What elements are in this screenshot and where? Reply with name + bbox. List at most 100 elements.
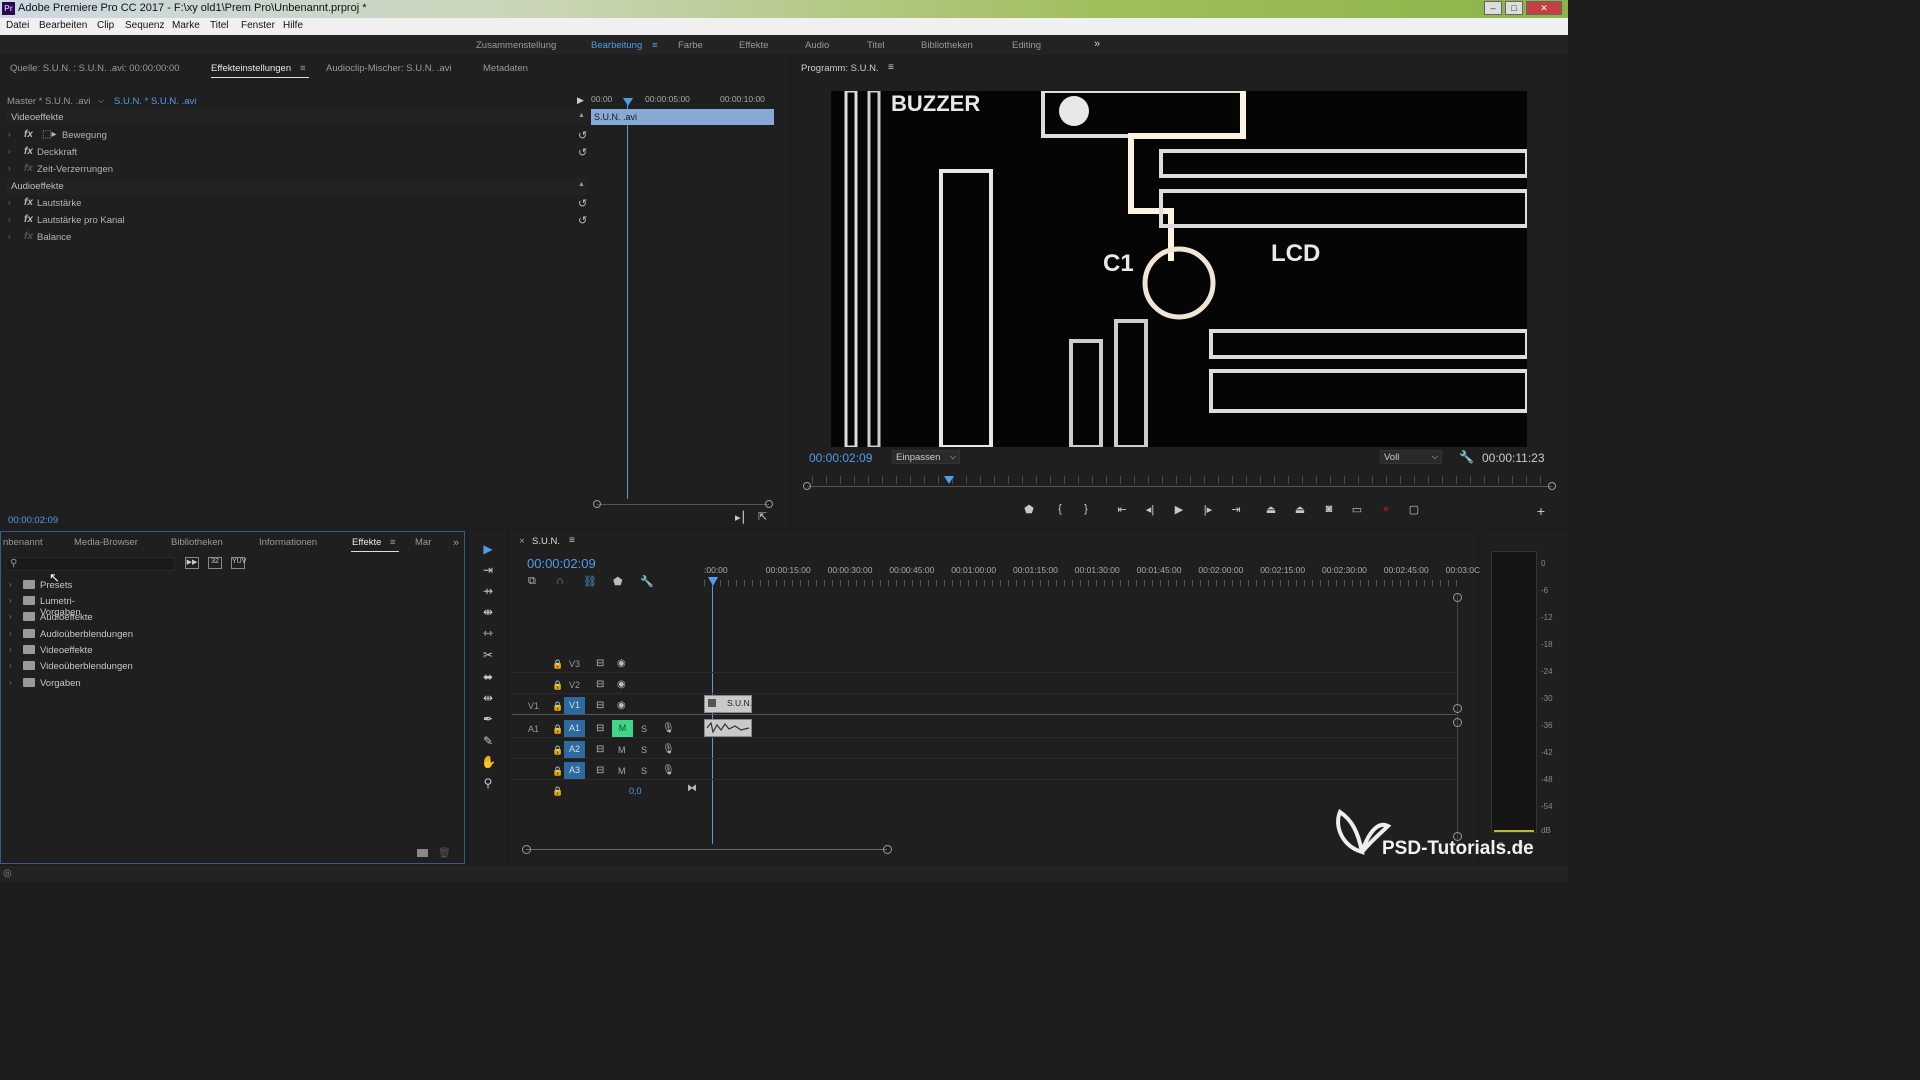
zoom-scrollbar[interactable]	[597, 504, 769, 505]
effect-row-bewegung[interactable]: › fx ⬚▸ Bewegung ↺	[6, 127, 588, 144]
expand-arrow-icon[interactable]: ›	[9, 661, 12, 670]
linked-selection-icon[interactable]: ⛓	[583, 575, 597, 588]
menu-datei[interactable]: Datei	[6, 20, 29, 31]
maximize-button[interactable]: □	[1505, 1, 1523, 15]
safe-margins-icon[interactable]: ▢	[1406, 503, 1422, 517]
effect-controls-timecode[interactable]: 00:00:02:09	[8, 515, 58, 526]
workspace-zusammenstellung[interactable]: Zusammenstellung	[476, 40, 556, 51]
tab-libraries[interactable]: Bibliotheken	[171, 537, 223, 548]
menu-bearbeiten[interactable]: Bearbeiten	[39, 20, 87, 31]
wrench-icon[interactable]: 🔧	[1459, 450, 1474, 464]
lock-icon[interactable]: 🔒	[552, 724, 563, 735]
step-forward-icon[interactable]: |▸	[1200, 503, 1216, 517]
track-select-tool-icon[interactable]: ⇥	[481, 563, 495, 577]
slide-tool-icon[interactable]: ⇹	[481, 691, 495, 705]
fx-icon[interactable]: fx	[24, 146, 33, 157]
zoom-scrollbar[interactable]	[526, 849, 887, 850]
fit-dropdown[interactable]: Einpassen ⌵	[892, 450, 960, 464]
video-frame[interactable]: BUZZER C1 LCD	[831, 91, 1527, 447]
track-label-v2[interactable]: V2	[569, 680, 580, 690]
minimize-button[interactable]: –	[1484, 1, 1502, 15]
solo-button-a3[interactable]: S	[641, 766, 647, 776]
menu-marke[interactable]: Marke	[172, 20, 200, 31]
microphone-icon[interactable]: 🎙	[662, 723, 675, 734]
master-clip-label[interactable]: Master * S.U.N. .avi	[7, 96, 90, 107]
pen-tool-icon[interactable]: ✎	[481, 734, 495, 748]
lock-icon[interactable]: 🔒	[552, 680, 563, 691]
snap-magnet-icon[interactable]: ∩	[556, 575, 564, 587]
scroll-handle-left[interactable]	[593, 500, 601, 508]
scroll-handle[interactable]	[1453, 704, 1462, 713]
comparison-view-icon[interactable]: ▭	[1349, 503, 1365, 517]
workspace-audio[interactable]: Audio	[805, 40, 829, 51]
effect-row-balance[interactable]: › fx Balance	[6, 229, 588, 246]
scroll-handle-right[interactable]	[883, 845, 892, 854]
sync-lock-icon[interactable]: ⊟	[596, 679, 604, 690]
motion-transform-icon[interactable]: ⬚▸	[42, 129, 56, 140]
panel-menu-icon[interactable]: ≡	[390, 537, 396, 548]
effect-row-lautstaerke[interactable]: › fx Lautstärke ↺	[6, 195, 588, 212]
effects-search-input[interactable]: ⚲	[6, 557, 175, 571]
tab-audioclip-mixer[interactable]: Audioclip-Mischer: S.U.N. .avi	[326, 63, 452, 74]
workspace-bibliotheken[interactable]: Bibliotheken	[921, 40, 973, 51]
menu-fenster[interactable]: Fenster	[241, 20, 275, 31]
program-scrubber[interactable]	[803, 476, 1556, 490]
export-icon[interactable]: ⇱	[758, 510, 767, 523]
tab-media-browser[interactable]: Media-Browser	[74, 537, 138, 548]
playhead-marker[interactable]	[943, 476, 954, 484]
delete-trash-icon[interactable]: 🗑	[438, 848, 451, 859]
program-timecode[interactable]: 00:00:02:09	[809, 451, 872, 465]
reset-icon[interactable]: ↺	[578, 129, 587, 142]
accelerated-effects-icon[interactable]: ▶▶	[185, 557, 199, 569]
reset-icon[interactable]: ↺	[578, 214, 587, 227]
collapse-up-icon[interactable]: ▲	[578, 181, 585, 188]
mark-out-icon[interactable]: }	[1078, 503, 1094, 517]
track-label-a2[interactable]: A2	[564, 741, 585, 758]
timeline-timecode[interactable]: 00:00:02:09	[527, 556, 596, 571]
workspace-menu-icon[interactable]: ≡	[652, 40, 658, 51]
tab-metadata[interactable]: Metadaten	[483, 63, 528, 74]
rate-stretch-tool-icon[interactable]: ⇿	[481, 626, 495, 640]
mark-in-icon[interactable]: {	[1052, 503, 1068, 517]
menu-titel[interactable]: Titel	[210, 20, 229, 31]
collapse-up-icon[interactable]: ▲	[578, 112, 585, 119]
panel-menu-icon[interactable]: ≡	[888, 62, 894, 73]
expand-arrow-icon[interactable]: ›	[9, 629, 12, 638]
workspace-bearbeitung[interactable]: Bearbeitung	[591, 40, 642, 51]
menu-clip[interactable]: Clip	[97, 20, 114, 31]
eye-icon[interactable]: ◉	[617, 658, 626, 669]
audio-clip[interactable]	[704, 719, 752, 737]
go-to-out-icon[interactable]: ⇥	[1228, 503, 1244, 517]
play-icon[interactable]: ▶	[1171, 503, 1187, 517]
workspace-titel[interactable]: Titel	[867, 40, 885, 51]
razor-tool-icon[interactable]: ✂	[481, 648, 495, 662]
zoom-tool-icon[interactable]: ⚲	[481, 776, 495, 790]
expand-arrow-icon[interactable]: ›	[8, 130, 11, 139]
panel-menu-icon[interactable]: ≡	[569, 535, 575, 546]
expand-arrow-icon[interactable]: ›	[9, 596, 12, 605]
lock-icon[interactable]: 🔒	[552, 701, 563, 712]
more-workspaces-icon[interactable]: »	[1094, 38, 1100, 50]
more-tabs-icon[interactable]: »	[453, 537, 459, 549]
workspace-editing[interactable]: Editing	[1012, 40, 1041, 51]
lock-icon[interactable]: 🔒	[552, 766, 563, 777]
slip-tool-icon[interactable]: ⬌	[481, 670, 495, 684]
scroll-handle-right[interactable]	[1548, 482, 1556, 490]
yuv-effects-icon[interactable]: YUV	[231, 557, 246, 569]
solo-button-a2[interactable]: S	[641, 745, 647, 755]
scroll-handle[interactable]	[1453, 593, 1462, 602]
lock-icon[interactable]: 🔒	[552, 745, 563, 756]
microphone-icon[interactable]: 🎙	[662, 765, 675, 776]
menu-hilfe[interactable]: Hilfe	[283, 20, 303, 31]
fx-icon[interactable]: fx	[24, 214, 33, 225]
track-label-v1[interactable]: V1	[564, 697, 585, 714]
quality-dropdown[interactable]: Voll ⌵	[1380, 450, 1442, 464]
expand-arrow-icon[interactable]: ›	[8, 198, 11, 207]
export-frame-camera-icon[interactable]: ◙	[1321, 503, 1337, 517]
eye-icon[interactable]: ◉	[617, 700, 626, 711]
playhead-marker[interactable]	[708, 577, 718, 586]
scroll-handle-left[interactable]	[803, 482, 811, 490]
scroll-handle[interactable]	[1453, 718, 1462, 727]
expand-arrow-icon[interactable]: ›	[8, 164, 11, 173]
close-tab-icon[interactable]: ×	[519, 536, 525, 547]
